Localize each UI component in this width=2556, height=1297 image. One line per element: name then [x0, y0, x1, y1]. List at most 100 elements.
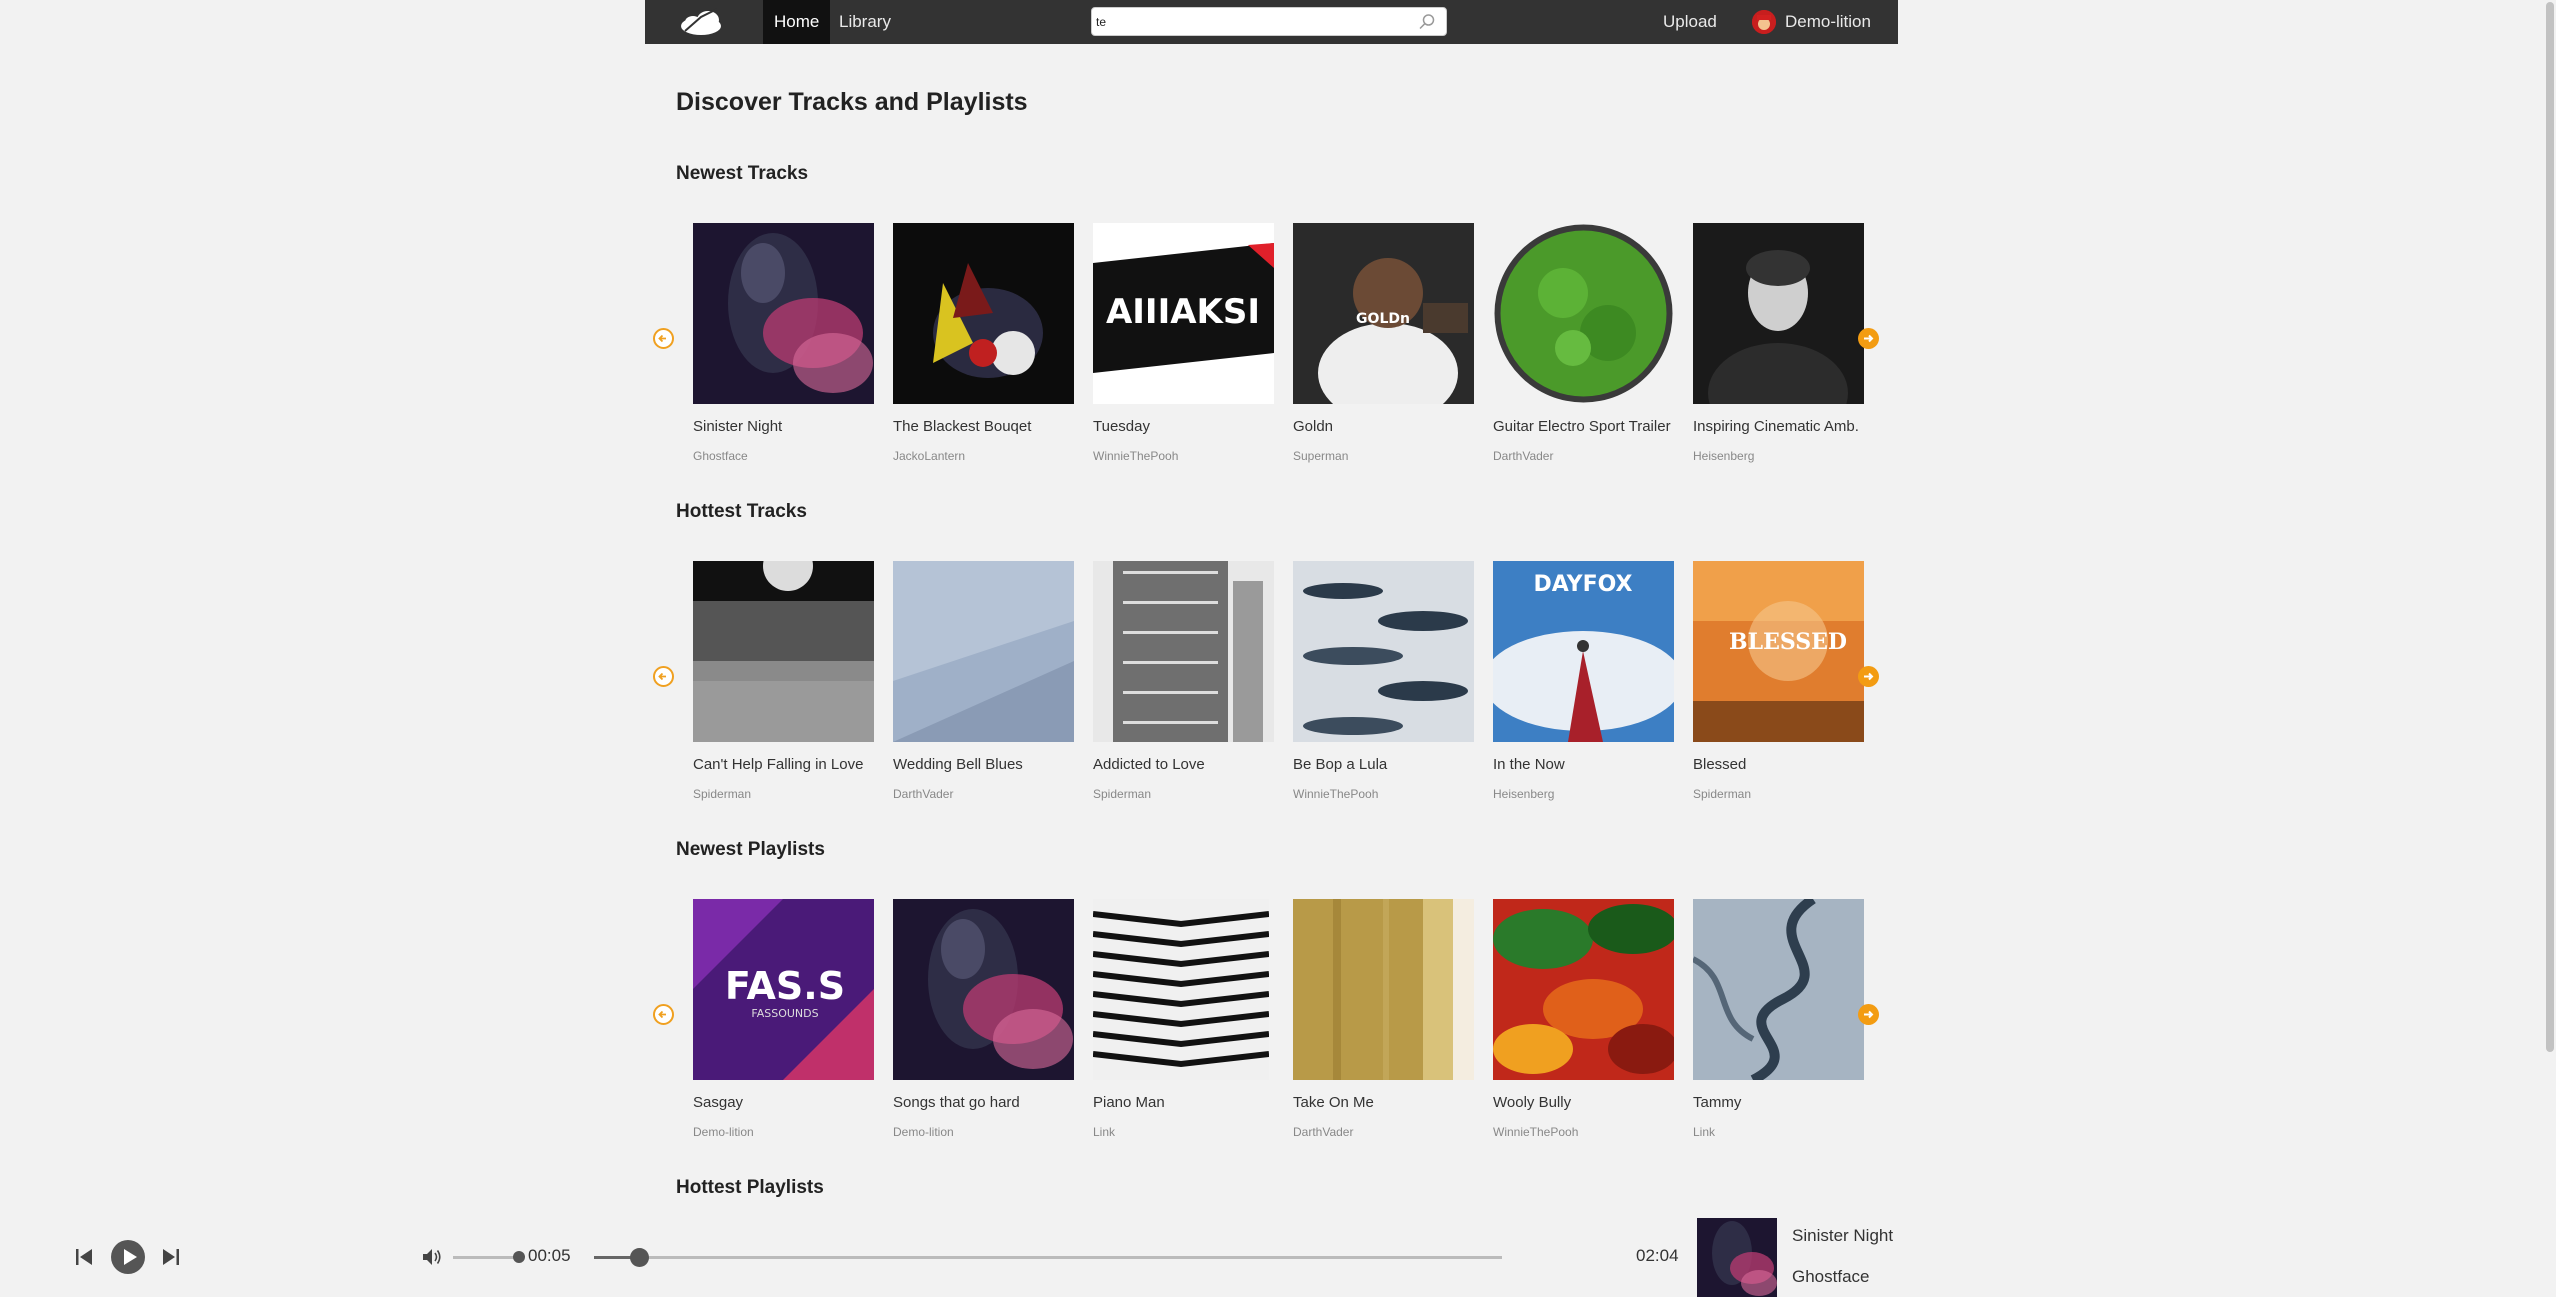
card-title[interactable]: Can't Help Falling in Love [693, 756, 893, 773]
volume-button[interactable] [421, 1247, 443, 1272]
card-title[interactable]: Be Bop a Lula [1293, 756, 1493, 773]
card-title[interactable]: The Blackest Bouqet [893, 418, 1093, 435]
card-artist[interactable]: Demo-lition [693, 1125, 754, 1139]
carousel-next-button[interactable] [1858, 328, 1879, 349]
cover-art [1293, 899, 1474, 1080]
cloud-logo-icon[interactable] [677, 5, 727, 39]
cover-text: FASSOUNDS [751, 1007, 818, 1020]
card-title[interactable]: Wedding Bell Blues [893, 756, 1093, 773]
cover-art [693, 223, 874, 404]
volume-slider-handle[interactable] [513, 1251, 525, 1263]
card-title[interactable]: Inspiring Cinematic Amb. [1693, 418, 1893, 435]
card-artist[interactable]: Spiderman [1693, 787, 1751, 801]
cover-art [1093, 561, 1274, 742]
carousel-prev-button[interactable] [653, 1004, 674, 1025]
arrow-right-icon [1864, 1010, 1874, 1019]
volume-slider[interactable] [453, 1256, 519, 1259]
cover-art [1493, 899, 1674, 1080]
skip-forward-icon [163, 1249, 179, 1265]
section-title-hottest-tracks: Hottest Tracks [676, 501, 807, 522]
card-artist[interactable]: Superman [1293, 449, 1348, 463]
nav-library-link[interactable]: Library [828, 0, 902, 44]
arrow-left-icon [658, 334, 666, 343]
card-artist[interactable]: Spiderman [1093, 787, 1151, 801]
skip-back-icon [76, 1249, 92, 1265]
search-icon[interactable] [1418, 13, 1436, 31]
carousel-next-button[interactable] [1858, 666, 1879, 687]
card-title[interactable]: Sinister Night [693, 418, 893, 435]
card-artist[interactable]: Demo-lition [893, 1125, 954, 1139]
arrow-right-icon [1864, 672, 1874, 681]
card-artist[interactable]: Link [1093, 1125, 1115, 1139]
nav-home-link[interactable]: Home [763, 0, 831, 44]
card-title[interactable]: Tuesday [1093, 418, 1293, 435]
cover-art [893, 561, 1074, 742]
card-title[interactable]: Guitar Electro Sport Trailer [1493, 418, 1693, 435]
carousel-hottest-tracks: Can't Help Falling in Love Spiderman Wed… [646, 561, 1896, 821]
navbar-inner: Home Library Upload Demo-lition [645, 0, 1898, 44]
cover-art [1493, 223, 1674, 404]
page-scrollbar[interactable] [2544, 0, 2556, 1060]
section-title-newest-tracks: Newest Tracks [676, 163, 809, 184]
card-artist[interactable]: Link [1693, 1125, 1715, 1139]
carousel-prev-button[interactable] [653, 328, 674, 349]
scrollbar-thumb[interactable] [2546, 2, 2554, 1052]
nav-user-menu[interactable]: Demo-lition [1785, 0, 1871, 44]
cover-art [1093, 899, 1269, 1080]
card-title[interactable]: Blessed [1693, 756, 1893, 773]
cover-art: DAYFOX [1493, 561, 1674, 742]
cover-text: DAYFOX [1533, 572, 1632, 597]
card-title[interactable]: Take On Me [1293, 1094, 1493, 1111]
card-title[interactable]: Tammy [1693, 1094, 1893, 1111]
total-time: 02:04 [1636, 1246, 1679, 1265]
cover-art [1293, 561, 1474, 742]
card-artist[interactable]: WinnieThePooh [1293, 787, 1378, 801]
cover-text: GOLDn [1356, 311, 1410, 327]
card-artist[interactable]: WinnieThePooh [1093, 449, 1178, 463]
play-button[interactable] [110, 1239, 146, 1280]
card-title[interactable]: Goldn [1293, 418, 1493, 435]
search-box [1091, 7, 1447, 36]
card-artist[interactable]: DarthVader [1493, 449, 1553, 463]
progress-bar-handle[interactable] [630, 1248, 650, 1267]
now-playing-artist[interactable]: Ghostface [1792, 1267, 1870, 1287]
search-input[interactable] [1096, 11, 1396, 32]
card-artist[interactable]: Heisenberg [1493, 787, 1554, 801]
card-title[interactable]: Wooly Bully [1493, 1094, 1693, 1111]
card-title[interactable]: Piano Man [1093, 1094, 1293, 1111]
cover-text: AIIIAKSI [1106, 292, 1260, 332]
page-title: Discover Tracks and Playlists [676, 88, 1028, 116]
cover-art [1693, 223, 1864, 404]
carousel-prev-button[interactable] [653, 666, 674, 687]
card-title[interactable]: Sasgay [693, 1094, 893, 1111]
card-artist[interactable]: WinnieThePooh [1493, 1125, 1578, 1139]
cover-art: AIIIAKSI [1093, 223, 1274, 404]
cover-art: FAS.S FASSOUNDS [693, 899, 874, 1080]
carousel-next-button[interactable] [1858, 1004, 1879, 1025]
card-artist[interactable]: Heisenberg [1693, 449, 1754, 463]
card-artist[interactable]: Ghostface [693, 449, 748, 463]
arrow-left-icon [658, 672, 666, 681]
top-navbar: Home Library Upload Demo-lition [0, 0, 2556, 44]
card-title[interactable]: Addicted to Love [1093, 756, 1293, 773]
card-artist[interactable]: JackoLantern [893, 449, 965, 463]
section-title-hottest-playlists: Hottest Playlists [676, 1177, 824, 1198]
card-title[interactable]: Songs that go hard [893, 1094, 1093, 1111]
next-track-button[interactable] [161, 1247, 181, 1272]
nav-upload-link[interactable]: Upload [1652, 0, 1728, 44]
now-playing-title[interactable]: Sinister Night [1792, 1226, 1893, 1246]
cover-art [893, 223, 1074, 404]
cover-text: FAS.S [725, 964, 845, 1008]
section-title-newest-playlists: Newest Playlists [676, 839, 825, 860]
progress-bar[interactable] [594, 1256, 1502, 1259]
volume-icon [423, 1249, 441, 1265]
card-title[interactable]: In the Now [1493, 756, 1693, 773]
card-artist[interactable]: Spiderman [693, 787, 751, 801]
now-playing-cover[interactable] [1697, 1218, 1777, 1297]
card-artist[interactable]: DarthVader [1293, 1125, 1353, 1139]
user-avatar[interactable] [1752, 10, 1776, 34]
arrow-right-icon [1864, 334, 1874, 343]
cover-art: BLESSED [1693, 561, 1864, 742]
card-artist[interactable]: DarthVader [893, 787, 953, 801]
previous-track-button[interactable] [74, 1247, 94, 1272]
